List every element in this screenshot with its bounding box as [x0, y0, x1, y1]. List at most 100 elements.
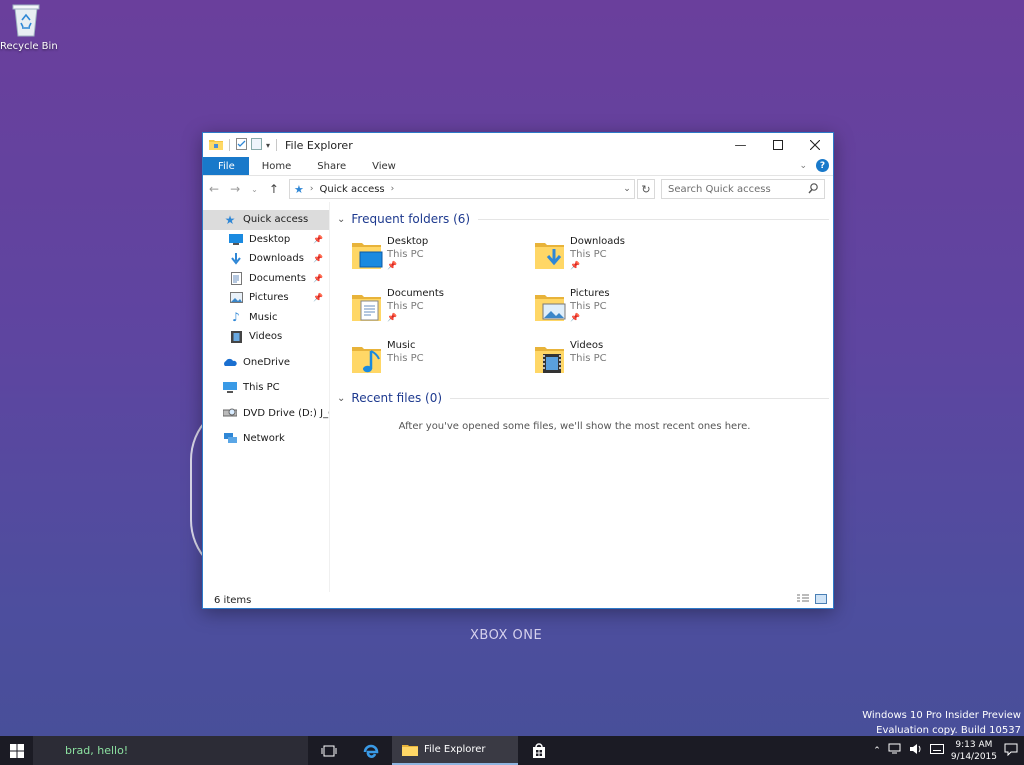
nav-item-documents[interactable]: Documents 📌: [203, 269, 329, 289]
system-tray: ⌃ 9:13 AM 9/14/2015: [873, 736, 1024, 765]
nav-item-pictures[interactable]: Pictures 📌: [203, 288, 329, 308]
recycle-bin[interactable]: Recycle Bin: [0, 2, 58, 52]
dvd-icon: [223, 407, 237, 419]
close-button[interactable]: [796, 133, 833, 157]
network-status-icon[interactable]: [888, 743, 902, 758]
tab-share[interactable]: Share: [304, 157, 359, 175]
nav-item-music[interactable]: ♪ Music: [203, 308, 329, 328]
nav-item-label: Quick access: [243, 214, 309, 226]
frequent-folders-header[interactable]: ⌄ Frequent folders (6): [336, 210, 833, 228]
nav-item-desktop[interactable]: Desktop 📌: [203, 230, 329, 250]
forward-arrow-icon[interactable]: →: [230, 182, 240, 196]
tab-home[interactable]: Home: [249, 157, 305, 175]
address-dropdown-icon[interactable]: ⌄: [620, 184, 634, 194]
store-button[interactable]: [518, 736, 560, 765]
edge-button[interactable]: [350, 736, 392, 765]
thispc-icon: [223, 382, 237, 394]
expand-ribbon-icon[interactable]: ⌄: [799, 161, 807, 171]
recent-locations-chevron-icon[interactable]: ⌄: [251, 185, 258, 194]
search-input[interactable]: [668, 183, 798, 195]
customize-qat-icon[interactable]: ▾: [266, 141, 270, 150]
taskbar-file-explorer[interactable]: File Explorer: [392, 736, 518, 765]
videos-folder-icon: [534, 343, 566, 375]
tab-file[interactable]: File: [203, 157, 249, 175]
properties-icon[interactable]: [236, 137, 247, 153]
music-folder-icon: [351, 343, 383, 375]
nav-item-this-pc[interactable]: This PC: [203, 378, 329, 398]
recent-files-empty-message: After you've opened some files, we'll sh…: [398, 421, 751, 432]
pictures-folder-icon: [534, 291, 566, 323]
nav-item-videos[interactable]: Videos: [203, 327, 329, 347]
navigation-pane: ★ Quick access Desktop 📌 Downloads 📌 Doc…: [203, 202, 330, 592]
volume-icon[interactable]: [909, 743, 923, 758]
breadcrumb-separator-icon: ›: [309, 184, 314, 194]
folder-app-icon: [402, 745, 418, 756]
nav-item-label: Documents: [249, 272, 307, 284]
nav-item-quick-access[interactable]: ★ Quick access: [203, 210, 329, 230]
search-box[interactable]: [661, 179, 825, 199]
folder-name: Pictures: [570, 288, 610, 299]
nav-item-label: Downloads: [249, 253, 304, 265]
collapse-chevron-icon[interactable]: ⌄: [337, 393, 345, 404]
folder-location: This PC: [387, 249, 424, 260]
tab-view[interactable]: View: [359, 157, 409, 175]
pin-icon[interactable]: 📌: [313, 254, 323, 263]
folder-tile-music[interactable]: Music This PC: [351, 339, 534, 377]
nav-item-label: Videos: [249, 331, 283, 343]
up-arrow-icon[interactable]: ↑: [269, 182, 279, 196]
star-icon: ★: [224, 212, 236, 227]
task-view-button[interactable]: [308, 736, 350, 765]
recycle-bin-label: Recycle Bin: [0, 41, 58, 52]
folder-tile-desktop[interactable]: Desktop This PC 📌: [351, 235, 534, 273]
clock[interactable]: 9:13 AM 9/14/2015: [951, 739, 997, 763]
nav-item-onedrive[interactable]: OneDrive: [203, 353, 329, 373]
breadcrumb-chevron-icon[interactable]: ›: [391, 184, 395, 194]
folder-tile-documents[interactable]: Documents This PC 📌: [351, 287, 534, 325]
desktop-icon: [229, 233, 243, 245]
folder-location: This PC: [570, 301, 607, 312]
desktop-folder-icon: [351, 239, 383, 271]
folder-location: This PC: [387, 301, 424, 312]
address-bar[interactable]: ★ › Quick access › ⌄: [289, 179, 635, 199]
maximize-button[interactable]: [759, 133, 796, 157]
pin-icon: 📌: [570, 261, 580, 270]
minimize-button[interactable]: —: [722, 133, 759, 157]
new-folder-icon[interactable]: [251, 137, 262, 153]
details-view-icon[interactable]: [797, 594, 809, 607]
pin-icon[interactable]: 📌: [313, 274, 323, 283]
nav-item-dvd-drive[interactable]: DVD Drive (D:) J_CCSA: [203, 404, 329, 424]
show-hidden-icons-icon[interactable]: ⌃: [873, 746, 881, 756]
onedrive-icon: [223, 356, 237, 368]
nav-item-label: Music: [249, 311, 278, 323]
build-watermark: Windows 10 Pro Insider Preview Evaluatio…: [862, 708, 1021, 738]
pin-icon: 📌: [387, 261, 397, 270]
title-bar[interactable]: ▾ File Explorer —: [203, 133, 833, 157]
large-icons-view-icon[interactable]: [815, 594, 827, 607]
cortana-search-box[interactable]: brad, hello!: [33, 736, 308, 765]
breadcrumb-quick-access[interactable]: Quick access: [319, 184, 384, 195]
folder-tile-downloads[interactable]: Downloads This PC 📌: [534, 235, 717, 273]
folder-tile-videos[interactable]: Videos This PC: [534, 339, 717, 377]
refresh-button[interactable]: ↻: [637, 179, 655, 199]
recent-files-header[interactable]: ⌄ Recent files (0): [336, 389, 833, 407]
nav-item-network[interactable]: Network: [203, 429, 329, 449]
pictures-icon: [229, 292, 243, 304]
pin-icon[interactable]: 📌: [313, 293, 323, 302]
nav-item-downloads[interactable]: Downloads 📌: [203, 249, 329, 269]
store-icon: [533, 742, 545, 758]
nav-item-label: Network: [243, 433, 285, 445]
taskbar: brad, hello! File Explorer ⌃ 9:13 AM 9/1…: [0, 736, 1024, 765]
action-center-icon[interactable]: [1004, 743, 1018, 759]
folder-tile-pictures[interactable]: Pictures This PC 📌: [534, 287, 717, 325]
collapse-chevron-icon[interactable]: ⌄: [337, 214, 345, 225]
keyboard-icon[interactable]: [929, 744, 944, 757]
frequent-folders-grid: Desktop This PC 📌 Downloads This PC 📌 Do…: [336, 228, 833, 377]
back-arrow-icon[interactable]: ←: [209, 182, 219, 196]
quick-access-toolbar: ▾: [203, 137, 279, 153]
start-button[interactable]: [0, 736, 33, 765]
help-icon[interactable]: ?: [816, 159, 829, 172]
pin-icon[interactable]: 📌: [313, 235, 323, 244]
folder-name: Music: [387, 340, 416, 351]
recycle-bin-icon: [11, 2, 41, 38]
ribbon-tabs: File Home Share View ⌄ ?: [203, 157, 833, 176]
